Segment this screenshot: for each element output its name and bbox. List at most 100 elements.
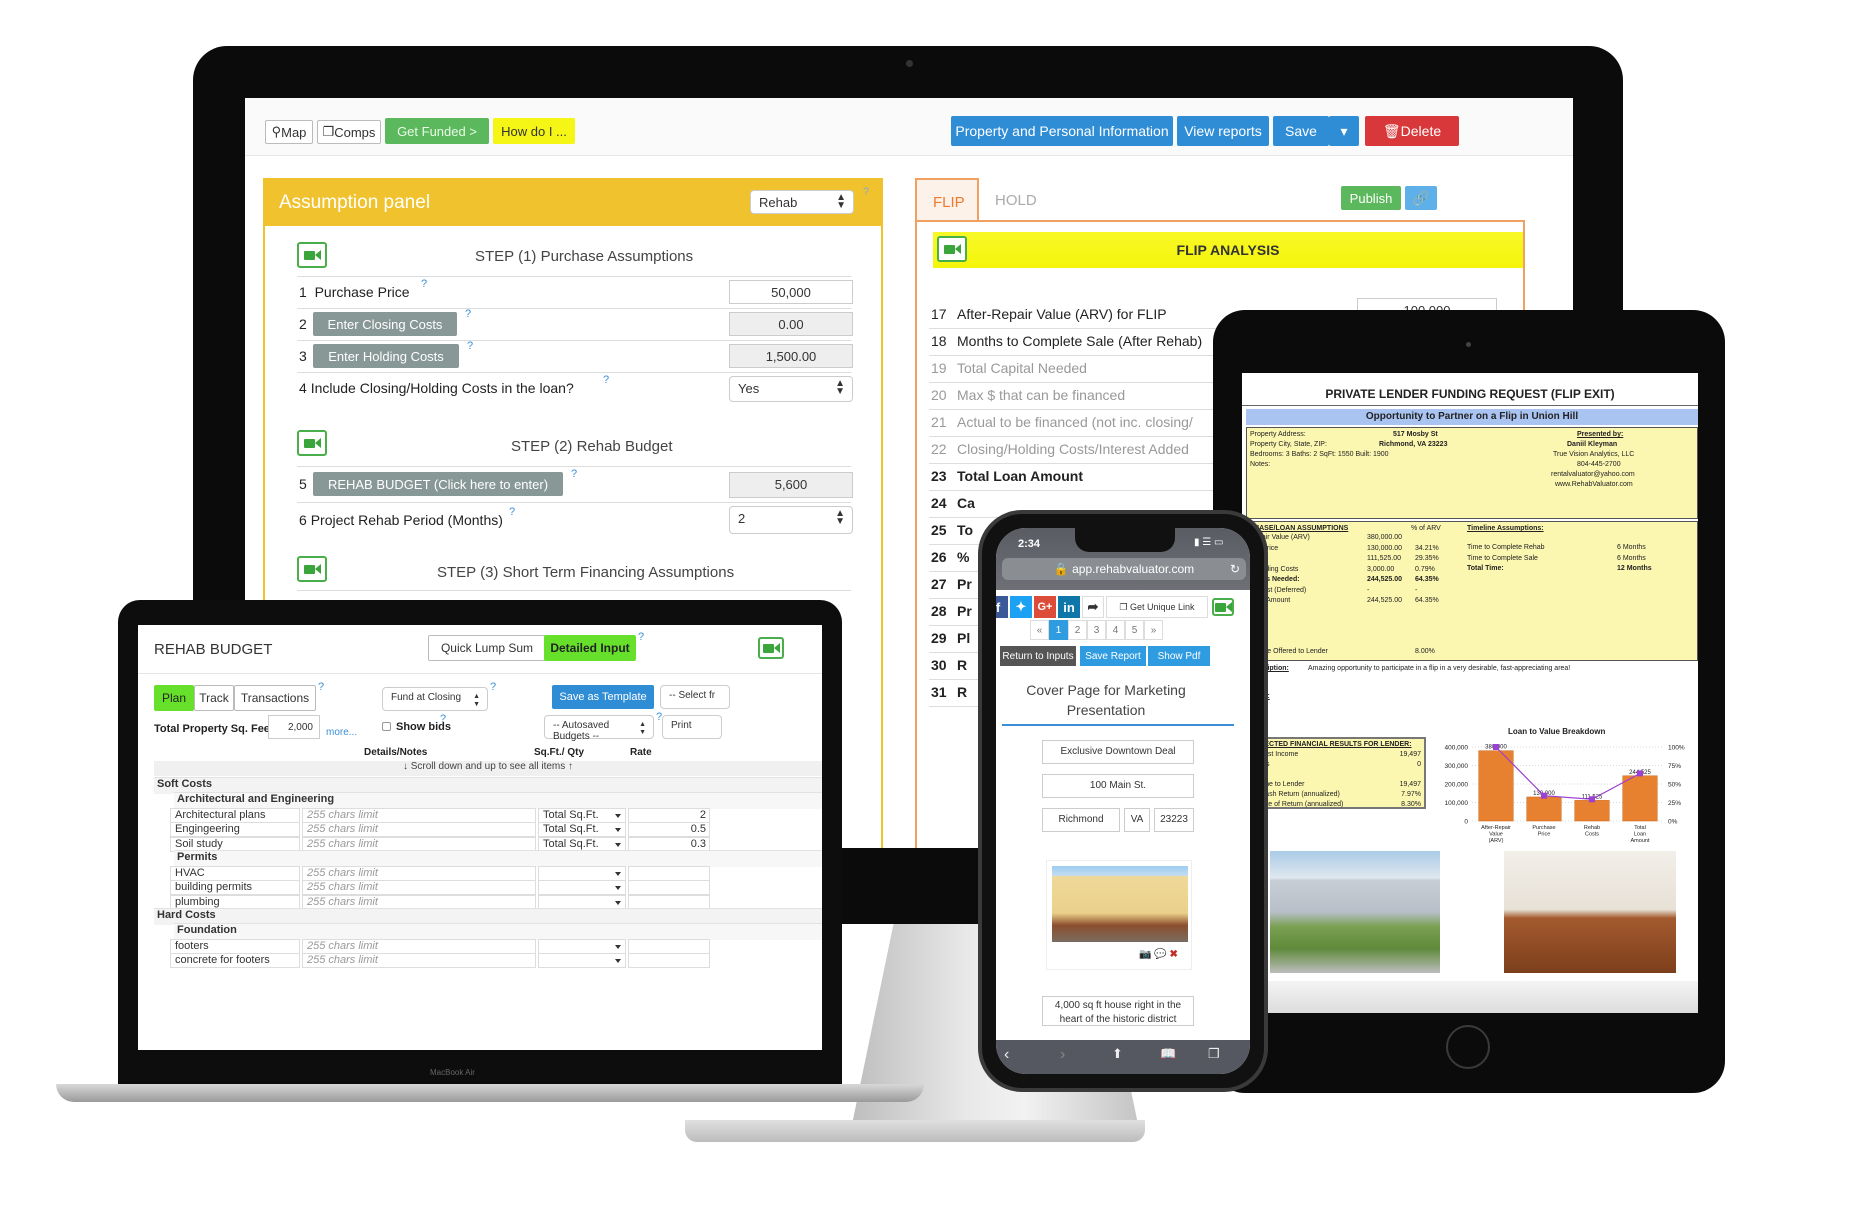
enter-closing-costs-button[interactable]: Enter Closing Costs (313, 312, 457, 336)
timeline-value: 6 Months (1617, 544, 1646, 551)
tab-track[interactable]: Track (194, 685, 234, 711)
more-link[interactable]: more... (326, 727, 357, 738)
state-input[interactable]: VA (1124, 808, 1150, 832)
cover-page-title: Cover Page for Marketing Presentation (1026, 682, 1186, 718)
page-link[interactable]: 1 (1049, 620, 1068, 640)
presenter-name: Daniil Kleyman (1567, 441, 1618, 448)
help-icon[interactable]: ? (571, 468, 577, 480)
get-funded-button[interactable]: Get Funded > (385, 118, 489, 144)
help-icon[interactable]: ? (509, 506, 515, 518)
zip-input[interactable]: 23223 (1154, 808, 1194, 832)
linkedin-share-button[interactable]: in (1058, 596, 1080, 618)
url-bar[interactable]: 🔒 app.rehabvaluator.com ↻ (1002, 558, 1246, 580)
rehab-budget-button[interactable]: REHAB BUDGET (Click here to enter) (313, 472, 563, 496)
link-button[interactable]: 🔗 (1405, 186, 1437, 210)
purchase-price-input[interactable]: 50,000 (729, 280, 853, 304)
video-tutorial-icon[interactable] (297, 556, 327, 582)
divider (297, 276, 851, 277)
publish-button[interactable]: Publish (1341, 186, 1401, 210)
reload-icon[interactable]: ↻ (1230, 558, 1240, 580)
share-icon[interactable]: ⬆ (1112, 1046, 1123, 1062)
google-plus-share-button[interactable]: G+ (1034, 596, 1056, 618)
return-to-inputs-button[interactable]: Return to Inputs (1000, 646, 1076, 666)
row-number: 18 (931, 333, 947, 349)
print-select[interactable]: Print (662, 715, 722, 739)
mode-select[interactable]: Rehab ▲ ▼ (750, 190, 854, 214)
help-icon[interactable]: ? (465, 308, 471, 320)
camera-icon[interactable]: 📷 (1139, 949, 1151, 960)
timeline-value: 6 Months (1617, 554, 1646, 562)
page-link[interactable]: 5 (1125, 620, 1144, 640)
tab-flip[interactable]: FLIP (915, 178, 979, 222)
video-tutorial-icon[interactable] (297, 242, 327, 268)
label: Notes: (1250, 461, 1271, 468)
comps-button[interactable]: ❐ Comps (317, 120, 381, 144)
help-icon[interactable]: ? (638, 631, 644, 643)
signal-icon: ▮ (1194, 537, 1200, 548)
page-link[interactable]: 2 (1068, 620, 1087, 640)
city-input[interactable]: Richmond (1042, 808, 1120, 832)
headline-input[interactable]: Exclusive Downtown Deal (1042, 740, 1194, 764)
select-arrows-icon: ▲ ▼ (835, 508, 845, 527)
tab-hold[interactable]: HOLD (995, 192, 1037, 209)
opportunity-banner: Opportunity to Partner on a Flip in Unio… (1246, 409, 1698, 425)
save-report-button[interactable]: Save Report (1080, 646, 1146, 666)
twitter-share-button[interactable]: ✦ (1010, 596, 1032, 618)
save-button[interactable]: Save (1273, 116, 1329, 146)
page-link[interactable]: 3 (1087, 620, 1106, 640)
comment-icon[interactable]: 💬 (1154, 949, 1166, 960)
save-dropdown-toggle[interactable]: ▾ (1329, 116, 1359, 146)
facebook-share-button[interactable]: f (996, 596, 1008, 618)
tab-plan[interactable]: Plan (154, 685, 194, 711)
page-link[interactable]: 4 (1106, 620, 1125, 640)
description-textarea[interactable]: 4,000 sq ft house right in the heart of … (1042, 996, 1194, 1026)
tab-transactions[interactable]: Transactions (234, 685, 316, 711)
property-info-button[interactable]: Property and Personal Information (951, 116, 1173, 146)
autosaved-budgets-select[interactable]: -- Autosaved Budgets -- ▲ ▼ (544, 715, 654, 742)
select-arrows-icon: ▲ ▼ (639, 721, 646, 736)
map-button[interactable]: ⚲ Map (265, 120, 313, 144)
save-as-template-button[interactable]: Save as Template (552, 685, 654, 709)
help-icon[interactable]: ? (863, 186, 869, 198)
delete-button[interactable]: 🗑 Delete (1365, 116, 1459, 146)
enter-holding-costs-button[interactable]: Enter Holding Costs (313, 344, 459, 368)
flip-row: 31 R (931, 684, 967, 700)
video-tutorial-icon[interactable] (297, 430, 327, 456)
page-link[interactable]: » (1144, 620, 1163, 640)
street-input[interactable]: 100 Main St. (1042, 774, 1194, 798)
remove-icon[interactable]: ✖ (1169, 949, 1177, 960)
rehab-period-select[interactable]: 2 ▲ ▼ (729, 506, 853, 534)
get-unique-link-button[interactable]: ❐ Get Unique Link (1106, 596, 1208, 618)
video-tutorial-icon[interactable] (1212, 598, 1234, 616)
how-do-i-button[interactable]: How do I ... (493, 118, 575, 144)
tablet-home-button[interactable] (1446, 1025, 1490, 1069)
notes-input[interactable]: 255 chars limit (302, 953, 536, 968)
sqft-input[interactable]: 2,000 (268, 715, 320, 739)
bookmarks-icon[interactable]: 📖 (1160, 1046, 1176, 1062)
back-icon[interactable]: ‹ (1004, 1046, 1009, 1064)
section-header: ROJECTED FINANCIAL RESULTS FOR LENDER: (1250, 741, 1412, 748)
help-icon[interactable]: ? (440, 713, 446, 725)
wifi-icon: ☰ (1202, 537, 1212, 548)
detailed-input-button[interactable]: Detailed Input (544, 635, 636, 661)
page-link[interactable]: « (1030, 620, 1049, 640)
video-tutorial-icon[interactable] (758, 637, 784, 659)
help-icon[interactable]: ? (421, 278, 427, 290)
show-pdf-button[interactable]: Show Pdf (1148, 646, 1210, 666)
view-reports-button[interactable]: View reports (1177, 116, 1269, 146)
fund-select[interactable]: Fund at Closing ▲ ▼ (382, 687, 488, 711)
quick-lump-sum-button[interactable]: Quick Lump Sum (428, 635, 546, 661)
template-select[interactable]: -- Select fr (660, 685, 730, 709)
help-icon[interactable]: ? (603, 374, 609, 386)
forward-icon[interactable]: › (1060, 1046, 1065, 1064)
tabs-icon[interactable]: ❐ (1208, 1046, 1220, 1062)
include-costs-select[interactable]: Yes ▲ ▼ (729, 376, 853, 402)
unit-select[interactable] (538, 953, 626, 968)
lock-icon: 🔒 (1053, 562, 1069, 576)
help-icon[interactable]: ? (467, 340, 473, 352)
help-icon[interactable]: ? (318, 681, 324, 693)
x-tick-label: Loan (1634, 832, 1646, 838)
rate-input[interactable] (628, 953, 710, 968)
share-forward-button[interactable]: ➦ (1082, 596, 1104, 618)
help-icon[interactable]: ? (490, 681, 496, 693)
